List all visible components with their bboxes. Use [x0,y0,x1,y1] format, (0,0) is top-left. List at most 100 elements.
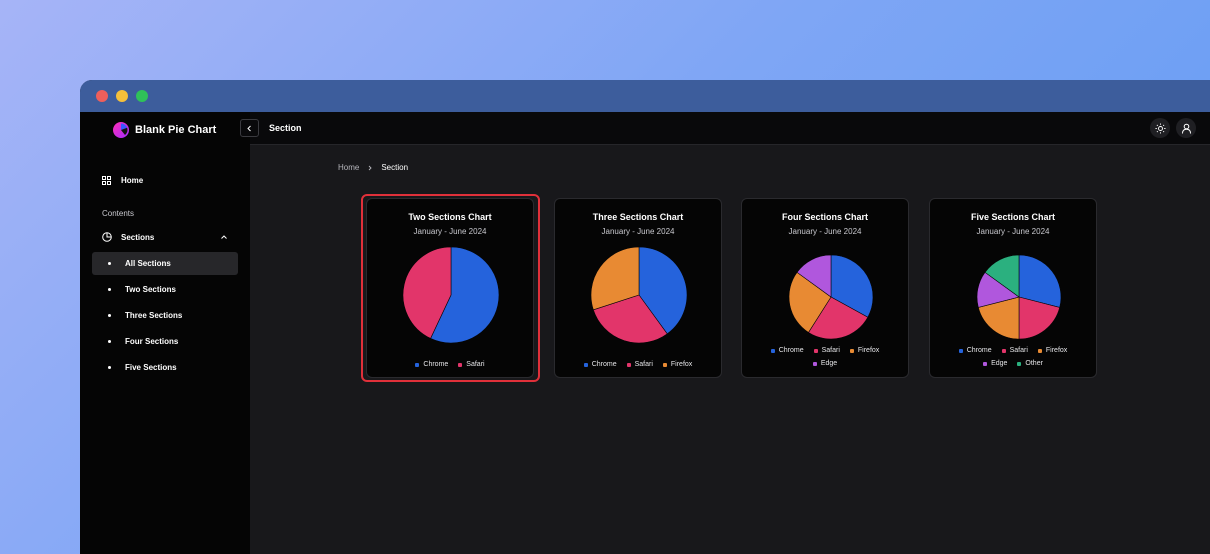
grid-icon [102,175,111,185]
legend-swatch [583,362,588,367]
pie-logo-icon [113,122,129,138]
sidebar-item-three-sections[interactable]: Three Sections [92,304,238,327]
legend-label: Chrome [778,347,804,354]
chart-subtitle: January - June 2024 [976,227,1050,236]
legend-item-chrome: Chrome [583,361,617,368]
legend-swatch [849,348,854,353]
pie-chart [403,247,499,343]
legend-label: Chrome [966,347,992,354]
legend-swatch [662,362,667,367]
sidebar-item-four-sections[interactable]: Four Sections [92,330,238,353]
legend-label: Edge [991,360,1008,367]
legend-label: Firefox [857,347,880,354]
sidebar-item-label: Two Sections [125,285,176,294]
legend-item-safari: Safari [813,347,840,354]
theme-toggle-button[interactable] [1150,118,1170,138]
legend-label: Safari [1009,347,1028,354]
legend-label: Safari [466,361,485,368]
collapse-sidebar-button[interactable] [240,119,259,137]
sidebar-item-label: Home [121,175,144,185]
legend-swatch [1001,348,1006,353]
legend-item-safari: Safari [1001,347,1028,354]
brand[interactable]: Blank Pie Chart [80,112,250,148]
chart-subtitle: January - June 2024 [601,227,675,236]
chart-legend: Chrome Safari [367,361,533,368]
legend-item-safari: Safari [626,361,653,368]
legend-item-other: Other [1017,360,1043,367]
chart-title: Three Sections Chart [592,212,684,222]
top-bar: Section [240,112,1210,145]
close-window-button[interactable] [96,90,108,102]
legend-swatch [458,362,463,367]
sidebar-group-sections[interactable]: Sections [80,224,250,250]
legend-label: Safari [634,361,653,368]
chevron-up-icon [221,235,227,239]
chart-title: Two Sections Chart [408,212,492,222]
legend-item-chrome: Chrome [958,347,992,354]
legend-item-chrome: Chrome [415,361,448,368]
legend-item-firefox: Firefox [1037,347,1068,354]
chart-card-five-sections[interactable]: Five Sections Chart January - June 2024 … [929,198,1097,378]
chart-legend: Chrome Safari Firefox [555,361,721,368]
legend-label: Firefox [1045,347,1068,354]
chart-title: Five Sections Chart [970,212,1056,222]
legend-item-safari: Safari [458,361,485,368]
bullet-icon [108,366,111,369]
legend-item-edge: Edge [983,360,1007,367]
sidebar-item-label: Five Sections [125,363,177,372]
legend-item-chrome: Chrome [770,347,804,354]
chart-card-two-sections[interactable]: Two Sections Chart January - June 2024 C… [366,198,534,378]
sidebar-item-two-sections[interactable]: Two Sections [92,278,238,301]
chevron-right-icon [369,165,372,170]
sidebar-group-label: Sections [121,232,155,242]
chart-legend: Chrome Safari Firefox Edge [742,347,908,367]
legend-swatch [813,348,818,353]
chart-subtitle: January - June 2024 [788,227,862,236]
sidebar-item-label: All Sections [125,259,171,268]
legend-swatch [958,348,963,353]
contents-heading: Contents [102,209,135,218]
sidebar-item-home[interactable]: Home [80,168,250,192]
legend-label: Firefox [670,361,693,368]
chevron-left-icon [247,125,251,131]
bullet-icon [108,288,111,291]
chart-card-three-sections[interactable]: Three Sections Chart January - June 2024… [554,198,722,378]
legend-swatch [812,361,817,366]
sidebar: Blank Pie Chart Home Contents Sections A… [80,112,250,554]
legend-label: Chrome [591,361,617,368]
legend-swatch [415,362,420,367]
minimize-window-button[interactable] [116,90,128,102]
sidebar-item-label: Three Sections [125,311,183,320]
legend-swatch [1017,361,1022,366]
legend-item-firefox: Firefox [849,347,880,354]
pie-chart [976,254,1062,340]
pie-chart [788,254,874,340]
legend-swatch [626,362,631,367]
legend-label: Chrome [423,361,449,368]
breadcrumb-home-link[interactable]: Home [338,163,359,172]
legend-swatch [983,361,988,366]
breadcrumb-current: Section [381,163,409,172]
bullet-icon [108,314,111,317]
chart-legend: Chrome Safari Firefox Edge Other [930,347,1096,367]
pie-chart [591,247,687,343]
user-menu-button[interactable] [1176,118,1196,138]
legend-swatch [770,348,775,353]
sidebar-item-all-sections[interactable]: All Sections [92,252,238,275]
sidebar-item-five-sections[interactable]: Five Sections [92,356,238,379]
user-icon [1181,123,1191,134]
page-title: Section [269,123,302,133]
legend-item-firefox: Firefox [662,361,693,368]
chart-subtitle: January - June 2024 [413,227,487,236]
chart-title: Four Sections Chart [781,212,868,222]
app-window: Blank Pie Chart Home Contents Sections A… [80,80,1210,554]
sun-icon [1155,123,1165,133]
sidebar-item-label: Four Sections [125,337,179,346]
bullet-icon [108,262,111,265]
legend-label: Safari [821,347,840,354]
window-titlebar [80,80,1210,112]
main-content: Section Home Section Two Sections Chart … [240,112,1210,554]
legend-swatch [1037,348,1042,353]
maximize-window-button[interactable] [136,90,148,102]
chart-card-four-sections[interactable]: Four Sections Chart January - June 2024 … [741,198,909,378]
